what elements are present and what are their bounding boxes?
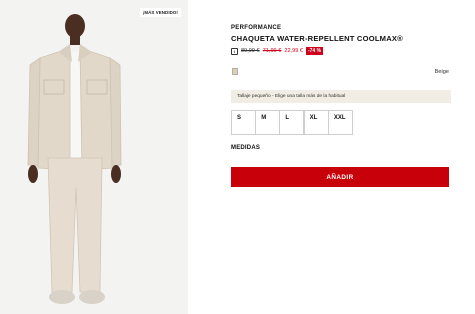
discount-badge: -74 % (306, 47, 324, 55)
product-image[interactable]: ¡MÁS VENDIDO! (0, 0, 188, 314)
size-option-s[interactable]: S (231, 110, 256, 135)
size-selector: S M L XL XXL (231, 110, 353, 135)
size-option-m[interactable]: M (255, 110, 281, 135)
price-row: i 89,99 € 71,99 € 22,99 € -74 % (231, 47, 324, 55)
bestseller-badge: ¡MÁS VENDIDO! (139, 8, 181, 17)
product-category: PERFORMANCE (231, 25, 282, 31)
previous-price: 71,99 € (262, 48, 282, 54)
price-info-icon[interactable]: i (231, 47, 238, 55)
size-option-xxl[interactable]: XXL (327, 110, 353, 135)
current-price: 22,99 € (284, 48, 304, 54)
product-title: CHAQUETA WATER-REPELLENT COOLMAX® (231, 34, 403, 43)
color-selector: Beige (231, 68, 449, 78)
model-illustration (27, 14, 122, 304)
size-option-xl[interactable]: XL (303, 110, 329, 135)
original-price: 89,99 € (241, 48, 260, 54)
color-name: Beige (434, 69, 449, 75)
color-swatch-beige[interactable] (232, 68, 238, 75)
add-to-cart-button[interactable]: AÑADIR (231, 167, 449, 187)
measures-link[interactable]: MEDIDAS (231, 145, 260, 151)
size-option-l[interactable]: L (279, 110, 305, 135)
fit-notice: Tallaje pequeño - Elige una talla más de… (231, 90, 451, 103)
